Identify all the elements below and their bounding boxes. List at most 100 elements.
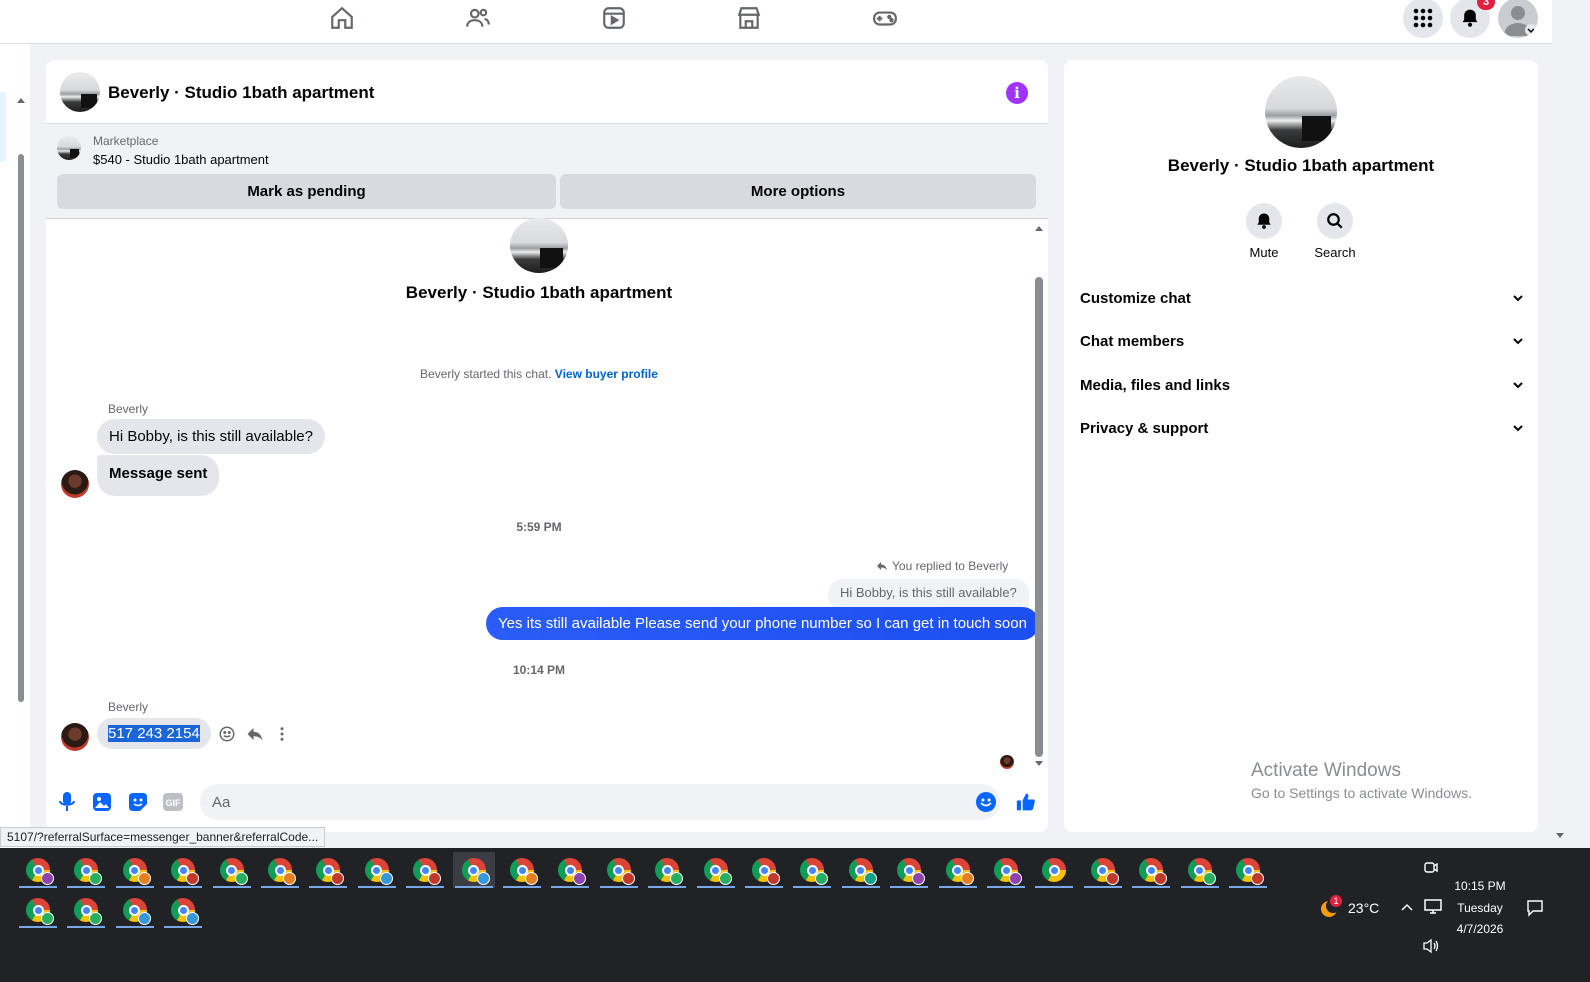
taskbar-chrome-window[interactable] (937, 852, 979, 888)
left-sidebar-strip (0, 44, 30, 848)
message-input[interactable] (200, 784, 1000, 820)
menu-grid-button[interactable] (1403, 0, 1443, 38)
sticker-icon[interactable] (128, 792, 148, 812)
privacy-support-section[interactable]: Privacy & support (1080, 408, 1524, 448)
network-icon[interactable] (1424, 899, 1442, 915)
media-files-links-section[interactable]: Media, files and links (1080, 365, 1524, 405)
taskbar-chrome-window[interactable] (840, 852, 882, 888)
taskbar-chrome-window[interactable] (211, 852, 253, 888)
taskbar-chrome-window[interactable] (452, 852, 495, 888)
gaming-icon[interactable] (870, 3, 900, 33)
scroll-up-icon[interactable] (1034, 224, 1044, 232)
taskbar-chrome-window[interactable] (1227, 852, 1269, 888)
incoming-message[interactable]: Message sent (97, 455, 220, 496)
chevron-up-icon[interactable] (1400, 902, 1414, 912)
like-icon[interactable] (1016, 792, 1036, 812)
home-icon[interactable] (327, 3, 357, 33)
chevron-down-icon (1513, 382, 1523, 389)
chat-panel: Beverly · Studio 1bath apartment i Marke… (46, 60, 1048, 832)
chrome-icon (703, 858, 732, 885)
taskbar-chrome-window[interactable] (985, 852, 1027, 888)
taskbar-chrome-window[interactable] (888, 852, 930, 888)
weather-icon[interactable]: 1 (1318, 895, 1342, 918)
details-listing-avatar[interactable] (1265, 76, 1337, 148)
customize-chat-section[interactable]: Customize chat (1080, 278, 1524, 318)
incoming-message[interactable]: Hi Bobby, is this still available? (97, 419, 325, 454)
taskbar-chrome-window[interactable] (114, 892, 156, 928)
taskbar-chrome-window[interactable] (501, 852, 543, 888)
account-avatar[interactable] (1498, 0, 1538, 38)
taskbar-chrome-window[interactable] (791, 852, 833, 888)
listing-avatar[interactable] (60, 72, 100, 112)
gif-icon[interactable]: GIF (163, 792, 183, 812)
taskbar-chrome-window[interactable] (259, 852, 301, 888)
volume-icon[interactable] (1422, 938, 1440, 954)
view-buyer-profile-link[interactable]: View buyer profile (555, 367, 658, 381)
reply-icon[interactable] (246, 725, 264, 743)
taskbar-chrome-window[interactable] (65, 852, 107, 888)
chat-members-section[interactable]: Chat members (1080, 321, 1524, 361)
taskbar-chrome-window[interactable] (65, 892, 107, 928)
outgoing-message[interactable]: Yes its still available Please send your… (486, 607, 1039, 640)
watch-icon[interactable] (599, 3, 629, 33)
taskbar-chrome-window[interactable] (695, 852, 737, 888)
taskbar-chrome-window[interactable] (1033, 852, 1075, 888)
listing-title[interactable]: $540 - Studio 1bath apartment (93, 152, 269, 167)
scroll-down-icon[interactable] (1555, 832, 1565, 840)
taskbar-chrome-window[interactable] (162, 892, 204, 928)
taskbar-chrome-window[interactable] (307, 852, 349, 888)
left-scrollbar-thumb[interactable] (18, 154, 24, 702)
taskbar-chrome-window[interactable] (1179, 852, 1221, 888)
clock-date[interactable]: 4/7/2026 (1448, 922, 1512, 936)
quoted-message[interactable]: Hi Bobby, is this still available? (828, 579, 1029, 610)
weather-temperature[interactable]: 23°C (1348, 900, 1379, 916)
taskbar-chrome-window[interactable] (1082, 852, 1124, 888)
taskbar-chrome-window[interactable] (1130, 852, 1172, 888)
search-button[interactable]: Search (1305, 203, 1365, 260)
taskbar-chrome-window[interactable] (17, 892, 59, 928)
sender-name: Beverly (108, 700, 149, 714)
friends-icon[interactable] (463, 3, 493, 33)
chrome-icon (219, 858, 248, 885)
taskbar-chrome-window[interactable] (549, 852, 591, 888)
taskbar-chrome-window[interactable] (162, 852, 204, 888)
more-actions-icon[interactable] (278, 725, 286, 743)
more-options-button[interactable]: More options (560, 174, 1036, 209)
taskbar-chrome-window[interactable] (598, 852, 640, 888)
photo-icon[interactable] (92, 792, 112, 812)
info-icon[interactable]: i (1006, 82, 1028, 104)
meet-now-icon[interactable] (1424, 860, 1438, 876)
clock-day[interactable]: Tuesday (1448, 901, 1512, 915)
chat-scrollbar-thumb[interactable] (1035, 277, 1043, 757)
sender-avatar[interactable] (61, 723, 89, 751)
profile-badge-icon (525, 872, 538, 885)
react-icon[interactable] (218, 725, 236, 743)
taskbar-chrome-window[interactable] (356, 852, 398, 888)
chat-title[interactable]: Beverly · Studio 1bath apartment (108, 83, 374, 103)
notification-center-icon[interactable] (1526, 899, 1544, 917)
mute-button[interactable]: Mute (1234, 203, 1294, 260)
selected-phone-number[interactable]: 517 243 2154 (108, 725, 200, 742)
chat-scrollbar[interactable] (1032, 220, 1046, 770)
microphone-icon[interactable] (57, 792, 77, 812)
taskbar-chrome-window[interactable] (114, 852, 156, 888)
scroll-up-icon[interactable] (16, 96, 26, 104)
profile-badge-icon (1251, 872, 1264, 885)
intro-listing-avatar[interactable] (510, 218, 568, 273)
sender-avatar[interactable] (61, 470, 89, 498)
emoji-icon[interactable] (976, 792, 996, 812)
page-scrollbar[interactable] (1552, 44, 1568, 848)
taskbar-chrome-window[interactable] (17, 852, 59, 888)
taskbar-chrome-window[interactable] (646, 852, 688, 888)
taskbar-chrome-window[interactable] (743, 852, 785, 888)
incoming-message-phone[interactable]: 517 243 2154 (97, 718, 211, 749)
mark-as-pending-button[interactable]: Mark as pending (57, 174, 556, 209)
chrome-icon (1139, 858, 1168, 885)
scroll-down-icon[interactable] (1034, 760, 1044, 768)
marketplace-icon[interactable] (734, 3, 764, 33)
activate-windows-subtitle: Go to Settings to activate Windows. (1251, 785, 1472, 801)
listing-thumbnail[interactable] (57, 136, 81, 160)
profile-badge-icon (1105, 872, 1119, 885)
taskbar-chrome-window[interactable] (404, 852, 446, 888)
clock-time[interactable]: 10:15 PM (1448, 879, 1512, 893)
